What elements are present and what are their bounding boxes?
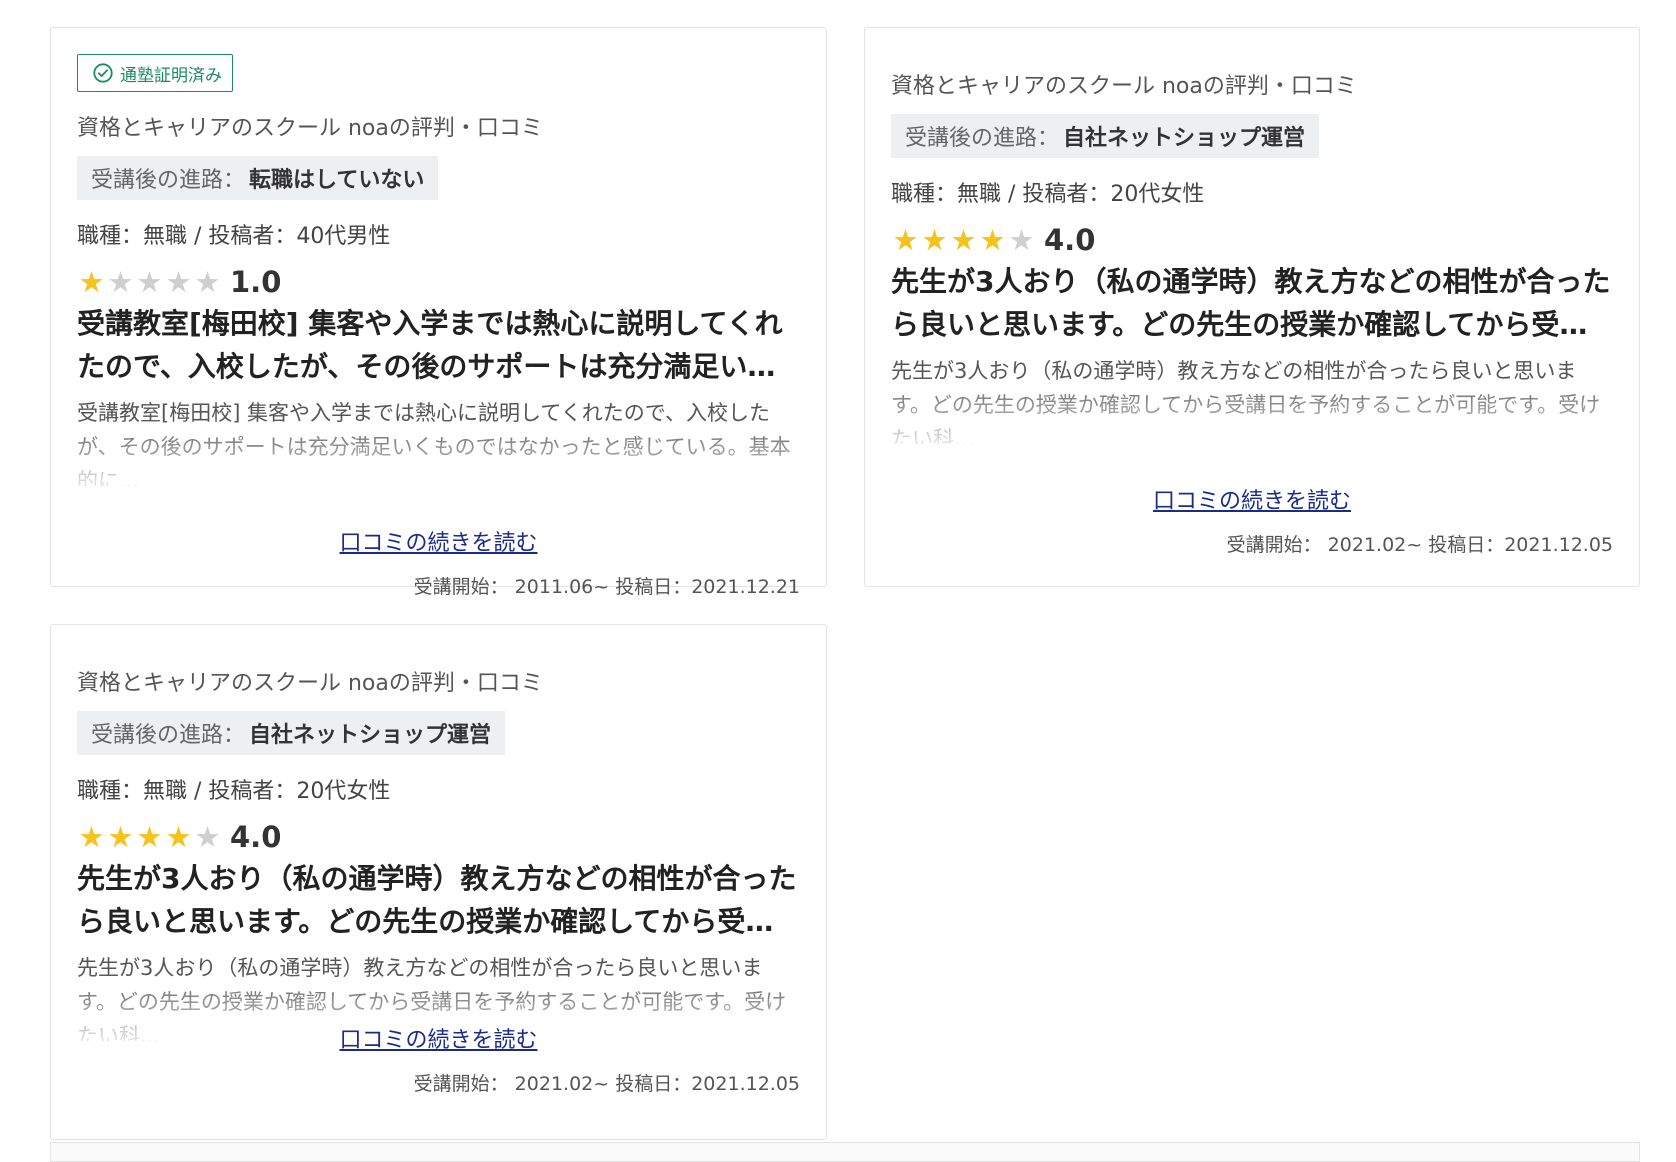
- read-more-link[interactable]: 口コミの続きを読む: [1153, 489, 1351, 514]
- star-icon: ★: [107, 264, 134, 299]
- school-name: 資格とキャリアのスクール noaの評判・口コミ: [891, 74, 1357, 99]
- verified-badge-label: 通塾証明済み: [120, 65, 222, 86]
- career-label: 受講後の進路：: [91, 168, 246, 193]
- career-tag: 受講後の進路： 自社ネットショップ運営: [77, 711, 506, 755]
- review-card: 通塾証明済み 資格とキャリアのスクール noaの評判・口コミ 受講後の進路： 転…: [50, 27, 827, 598]
- school-name: 資格とキャリアのスクール noaの評判・口コミ: [77, 116, 543, 141]
- star-icon: ★: [950, 222, 977, 257]
- reviewer-meta: 職種：無職 / 投稿者：20代女性: [891, 182, 1205, 207]
- star-icon: ★: [892, 222, 919, 257]
- star-icon: ★: [165, 819, 192, 854]
- star-icon: ★: [194, 819, 221, 854]
- star-icon: ★: [979, 222, 1006, 257]
- rating-score: 4.0: [1044, 223, 1096, 257]
- career-value: 転職はしていない: [249, 168, 425, 193]
- review-card: 資格とキャリアのスクール noaの評判・口コミ 受講後の進路： 自社ネットショッ…: [50, 624, 827, 1140]
- star-icon: ★: [921, 222, 948, 257]
- career-value: 自社ネットショップ運営: [1063, 126, 1306, 151]
- star-icon: ★: [78, 264, 105, 299]
- rating: ★ ★ ★ ★ ★ 4.0: [77, 819, 282, 855]
- reviewer-meta: 職種：無職 / 投稿者：20代女性: [77, 779, 391, 804]
- star-icon: ★: [107, 819, 134, 854]
- check-circle-icon: [93, 63, 113, 83]
- review-excerpt: 先生が3人おり（私の通学時）教え方などの相性が合ったら良いと思います。どの先生の…: [891, 359, 1601, 444]
- review-title: 先生が3人おり（私の通学時）教え方などの相性が合ったら良いと思います。どの先生の…: [891, 265, 1611, 341]
- review-dates: 受講開始： 2011.06~ 投稿日：2021.12.21: [413, 576, 800, 598]
- review-title: 先生が3人おり（私の通学時）教え方などの相性が合ったら良いと思います。どの先生の…: [77, 862, 797, 938]
- school-name: 資格とキャリアのスクール noaの評判・口コミ: [77, 671, 543, 696]
- rating: ★ ★ ★ ★ ★ 1.0: [77, 264, 282, 300]
- review-excerpt: 受講教室[梅田校] 集客や入学までは熱心に説明してくれたので、入校したが、その後…: [77, 401, 791, 486]
- career-value: 自社ネットショップ運営: [249, 723, 492, 748]
- review-card: 資格とキャリアのスクール noaの評判・口コミ 受講後の進路： 自社ネットショッ…: [864, 27, 1640, 587]
- read-more-link[interactable]: 口コミの続きを読む: [339, 531, 537, 556]
- career-label: 受講後の進路：: [905, 126, 1060, 151]
- next-card-edge: [50, 1142, 1640, 1162]
- review-dates: 受講開始： 2021.02~ 投稿日：2021.12.05: [1226, 534, 1613, 556]
- star-icon: ★: [136, 819, 163, 854]
- star-icon: ★: [78, 819, 105, 854]
- review-title: 受講教室[梅田校] 集客や入学までは熱心に説明してくれたので、入校したが、その後…: [77, 307, 783, 383]
- star-icon: ★: [165, 264, 192, 299]
- rating-score: 1.0: [230, 265, 282, 299]
- verified-badge: 通塾証明済み: [77, 54, 233, 92]
- career-label: 受講後の進路：: [91, 723, 246, 748]
- star-icon: ★: [194, 264, 221, 299]
- career-tag: 受講後の進路： 転職はしていない: [77, 156, 439, 200]
- review-dates: 受講開始： 2021.02~ 投稿日：2021.12.05: [413, 1073, 800, 1095]
- reviewer-meta: 職種：無職 / 投稿者：40代男性: [77, 224, 391, 249]
- rating: ★ ★ ★ ★ ★ 4.0: [891, 222, 1096, 258]
- star-icon: ★: [1008, 222, 1035, 257]
- read-more-link[interactable]: 口コミの続きを読む: [339, 1028, 537, 1053]
- career-tag: 受講後の進路： 自社ネットショップ運営: [891, 114, 1320, 158]
- star-icon: ★: [136, 264, 163, 299]
- rating-score: 4.0: [230, 820, 282, 854]
